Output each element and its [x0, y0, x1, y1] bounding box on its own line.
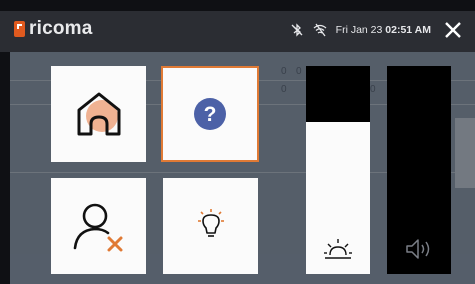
volume-icon — [406, 239, 430, 259]
background-number: 0 — [281, 66, 287, 77]
background-number: 0 — [281, 84, 287, 95]
date-time: Fri Jan 23 02:51 AM — [336, 24, 431, 36]
close-icon[interactable] — [443, 20, 463, 40]
user-settings-button[interactable] — [51, 178, 146, 274]
wifi-off-icon — [313, 23, 327, 37]
control-center-screen: 0 0 0 0 ricoma Fri Jan 23 02:51 AM ? — [0, 0, 475, 284]
background-number: 0 — [296, 66, 302, 77]
background-side-panel — [455, 118, 475, 188]
help-button[interactable]: ? — [161, 66, 259, 162]
bluetooth-off-icon — [291, 23, 303, 37]
home-icon — [77, 92, 120, 136]
light-button[interactable] — [163, 178, 258, 274]
status-area: Fri Jan 23 02:51 AM — [290, 17, 463, 43]
brightness-icon — [324, 239, 352, 259]
brightness-slider[interactable] — [306, 66, 370, 274]
background-number: 0 — [370, 84, 376, 95]
user-settings-icon — [73, 203, 122, 252]
ricoma-logo-mark — [14, 21, 25, 37]
light-bulb-icon — [197, 209, 224, 237]
date-text: Fri Jan 23 — [335, 24, 383, 36]
ricoma-logo: ricoma — [14, 16, 93, 42]
svg-text:?: ? — [204, 103, 217, 126]
help-icon: ? — [194, 98, 226, 130]
logo-text: ricoma — [29, 18, 93, 39]
brightness-slider-fill — [306, 66, 370, 122]
volume-slider[interactable] — [387, 66, 451, 274]
time-text: 02:51 AM — [385, 24, 431, 36]
home-button[interactable] — [51, 66, 146, 162]
